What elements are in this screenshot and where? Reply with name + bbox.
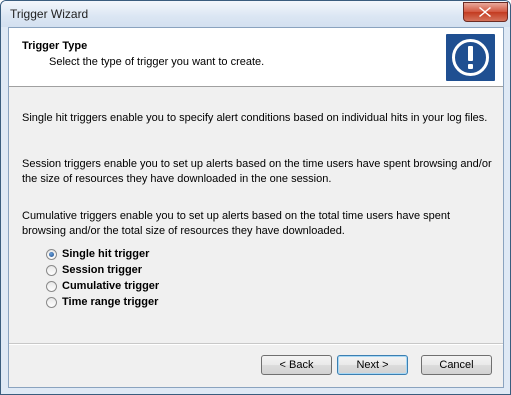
cumulative-description: Cumulative triggers enable you to set up… (22, 210, 451, 237)
wizard-window: Trigger Wizard Trigger Type Select the t… (0, 0, 511, 395)
button-separator (9, 343, 503, 345)
next-button[interactable]: Next > (337, 355, 408, 375)
single-hit-description: Single hit triggers enable you to specif… (22, 112, 488, 124)
header-title: Trigger Type (22, 40, 88, 52)
back-button[interactable]: < Back (261, 355, 332, 375)
radio-label[interactable]: Time range trigger (62, 296, 158, 308)
exclamation-icon (446, 34, 495, 81)
close-icon (479, 7, 491, 17)
radio-button[interactable] (46, 297, 57, 308)
window-title: Trigger Wizard (10, 7, 89, 21)
radio-label[interactable]: Session trigger (62, 264, 142, 276)
radio-button[interactable] (46, 281, 57, 292)
radio-dot (49, 252, 54, 257)
session-description: Session triggers enable you to set up al… (22, 158, 492, 185)
header-subtitle: Select the type of trigger you want to c… (49, 56, 265, 68)
close-button[interactable] (463, 2, 508, 22)
radio-label[interactable]: Cumulative trigger (62, 280, 159, 292)
radio-label[interactable]: Single hit trigger (62, 248, 149, 260)
title-bar[interactable]: Trigger Wizard (1, 1, 510, 27)
wizard-client-area: Trigger Type Select the type of trigger … (8, 27, 504, 388)
radio-button-selected[interactable] (46, 249, 57, 260)
wizard-header: Trigger Type Select the type of trigger … (9, 28, 503, 87)
radio-button[interactable] (46, 265, 57, 276)
cancel-button[interactable]: Cancel (421, 355, 492, 375)
